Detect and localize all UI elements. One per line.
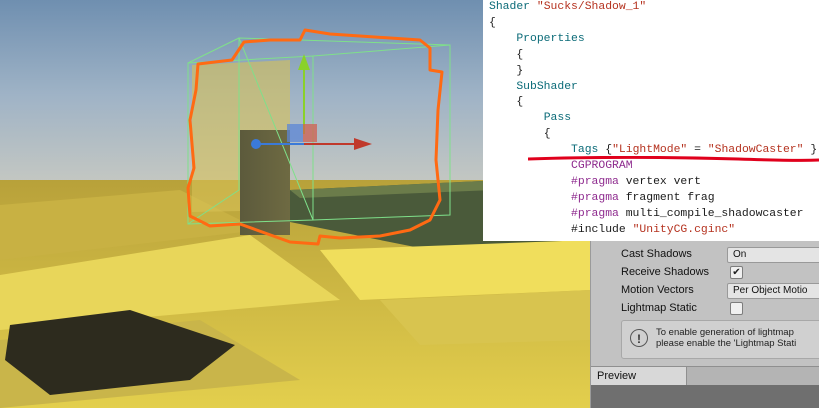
code-token: { [516, 96, 524, 109]
inspector-panel: Cast Shadows On Receive Shadows ✔ Motion… [590, 241, 819, 408]
code-token: SubShader [516, 80, 578, 93]
code-token: "LightMode" [612, 144, 688, 157]
red-annotation-underline [528, 156, 819, 162]
code-line: SubShader [489, 80, 817, 96]
code-token: fragment frag [618, 191, 715, 204]
code-token: #pragma [571, 175, 619, 188]
code-token: } [516, 64, 524, 77]
code-line: #include "UnityCG.cginc" [489, 223, 817, 239]
code-token: Pass [543, 112, 572, 125]
receive-shadows-label: Receive Shadows [621, 266, 710, 278]
shader-code: Shader "Sucks/Shadow_1"{ Properties { } … [489, 0, 817, 239]
xy-plane-handle [303, 124, 317, 142]
info-message-line: To enable generation of lightmap [656, 327, 794, 338]
code-token: Shader [489, 1, 537, 13]
code-token: vertex vert [618, 175, 701, 188]
code-line: Shader "Sucks/Shadow_1" [489, 0, 817, 16]
code-token: Properties [516, 32, 585, 45]
code-token: "ShadowCaster" [707, 144, 804, 157]
code-token: = [687, 144, 708, 157]
code-line: { [489, 48, 817, 64]
code-line: #pragma fragment frag [489, 191, 817, 207]
code-token: #pragma [571, 191, 619, 204]
code-token: multi_compile_shadowcaster [618, 207, 804, 220]
code-token: } [803, 144, 818, 157]
preview-area [591, 385, 819, 408]
z-axis-handle [251, 139, 261, 149]
shader-code-snippet: Shader "Sucks/Shadow_1"{ Properties { } … [483, 0, 819, 241]
code-line: Properties [489, 32, 817, 48]
tab-preview[interactable]: Preview [591, 367, 687, 385]
motion-vectors-dropdown[interactable]: Per Object Motio [727, 283, 819, 299]
code-token: Tags [571, 144, 606, 157]
code-line: { [489, 95, 817, 111]
preview-header: Preview [591, 366, 819, 386]
code-line: { [489, 127, 817, 143]
lightmap-static-checkbox[interactable] [730, 302, 743, 315]
lightmap-static-label: Lightmap Static [621, 302, 697, 314]
code-line: Pass [489, 111, 817, 127]
xz-plane-handle [287, 124, 303, 142]
motion-vectors-label: Motion Vectors [621, 284, 694, 296]
code-line: #pragma multi_compile_shadowcaster [489, 207, 817, 223]
cast-shadows-label: Cast Shadows [621, 248, 692, 260]
code-token: "Sucks/Shadow_1" [536, 1, 647, 13]
code-line: { [489, 16, 817, 32]
code-token: { [489, 16, 496, 29]
code-line: #pragma vertex vert [489, 175, 817, 191]
code-token: "UnityCG.cginc" [632, 223, 736, 236]
info-icon: ! [630, 329, 648, 347]
info-message: To enable generation of lightmap please … [656, 327, 796, 349]
code-token: { [543, 128, 551, 141]
code-token: #include [571, 223, 633, 236]
info-message-line: please enable the 'Lightmap Stati [656, 338, 797, 349]
receive-shadows-checkbox[interactable]: ✔ [730, 266, 743, 279]
info-message-box: ! To enable generation of lightmap pleas… [621, 320, 819, 359]
cast-shadows-dropdown[interactable]: On [727, 247, 819, 263]
code-token: { [516, 48, 524, 61]
floor-stripe [320, 240, 590, 300]
code-token: #pragma [571, 207, 619, 220]
code-line: } [489, 64, 817, 80]
